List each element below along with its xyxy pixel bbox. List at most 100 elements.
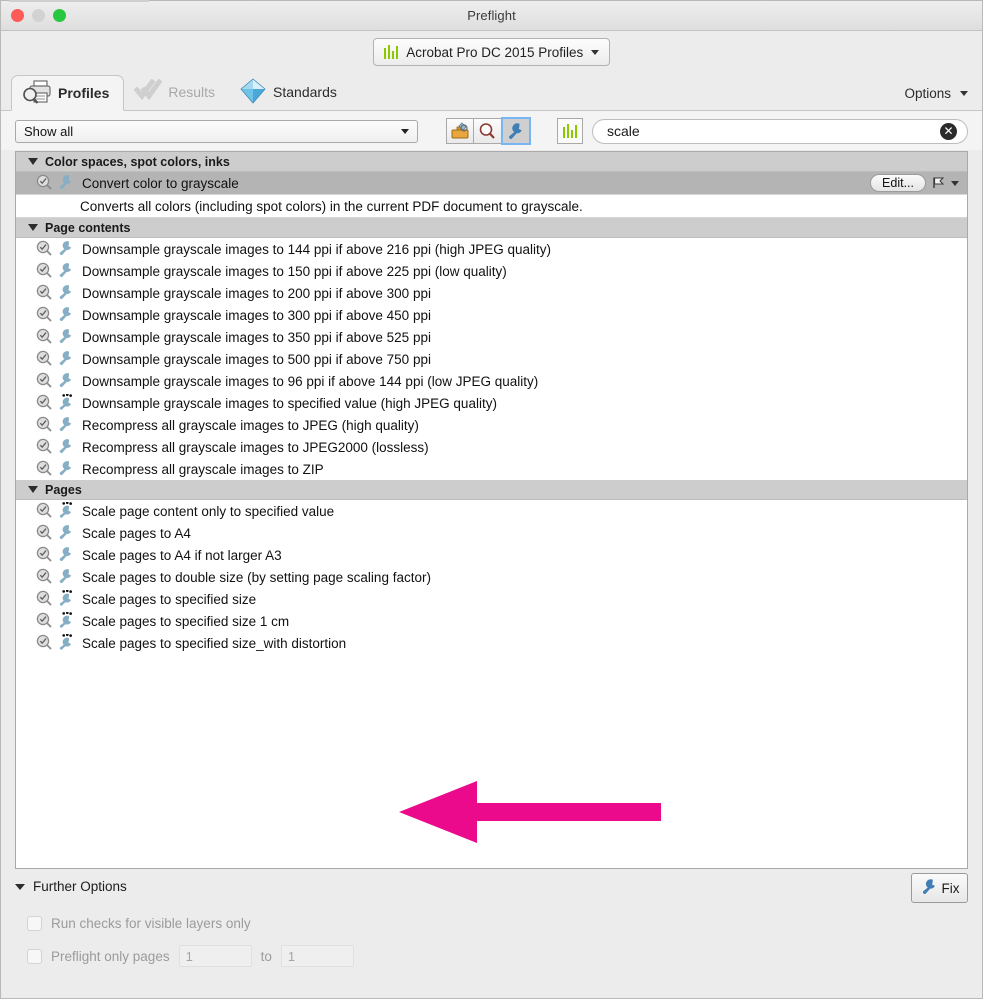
fix-button[interactable]: Fix [911, 873, 968, 903]
group-header-page-contents[interactable]: Page contents [16, 218, 967, 238]
row-label: Downsample grayscale images to 350 ppi i… [82, 329, 431, 345]
visible-layers-option[interactable]: Run checks for visible layers only [15, 916, 968, 931]
search-input[interactable]: scale ✕ [592, 118, 968, 144]
show-filter-select[interactable]: Show all [15, 119, 418, 143]
row-label: Downsample grayscale images to 500 ppi i… [82, 351, 431, 367]
row-label: Recompress all grayscale images to ZIP [82, 461, 324, 477]
table-row[interactable]: Downsample grayscale images to 300 ppi i… [16, 304, 967, 326]
table-row[interactable]: Downsample grayscale images to 144 ppi i… [16, 238, 967, 260]
row-label: Scale pages to A4 if not larger A3 [82, 547, 282, 563]
check-magnifier-icon [36, 546, 53, 565]
wrench-dots-icon [57, 392, 74, 413]
table-row[interactable]: Scale page content only to specified val… [16, 500, 967, 522]
bar-chart-icon [383, 45, 399, 59]
tab-standards-label: Standards [273, 84, 337, 100]
window-title: Preflight [467, 8, 516, 23]
group-title: Pages [45, 482, 82, 497]
row-description: Converts all colors (including spot colo… [16, 194, 967, 218]
check-magnifier-icon [36, 174, 53, 193]
further-options-toggle[interactable]: Further Options [15, 879, 968, 894]
toolbox-wrench-icon [451, 122, 468, 139]
table-row[interactable]: Downsample grayscale images to 350 ppi i… [16, 326, 967, 348]
profile-set-dropdown[interactable]: Acrobat Pro DC 2015 Profiles [372, 38, 611, 66]
fixups-list[interactable]: Color spaces, spot colors, inks Convert … [15, 151, 968, 869]
wrench-icon [57, 438, 74, 457]
edit-profiles-button[interactable] [446, 118, 474, 144]
group-header-pages[interactable]: Pages [16, 480, 967, 500]
wrench-icon [57, 416, 74, 435]
check-magnifier-icon [36, 460, 53, 479]
check-magnifier-icon [36, 634, 53, 653]
edit-button[interactable]: Edit... [870, 174, 926, 192]
row-label: Scale page content only to specified val… [82, 503, 335, 519]
row-tools: Edit... [870, 174, 967, 192]
tab-results[interactable]: Results [124, 74, 229, 110]
row-label: Recompress all grayscale images to JPEG … [82, 417, 419, 433]
table-row[interactable]: Recompress all grayscale images to JPEG2… [16, 436, 967, 458]
check-magnifier-icon [36, 502, 53, 521]
tab-profiles[interactable]: Profiles [11, 75, 125, 111]
check-magnifier-icon [36, 262, 53, 281]
tab-results-label: Results [168, 84, 216, 100]
wrench-dots-icon [57, 610, 74, 631]
check-magnifier-icon [36, 416, 53, 435]
tab-standards[interactable]: Standards [229, 74, 351, 110]
chevron-down-icon [960, 91, 968, 96]
wrench-icon [509, 123, 522, 139]
visible-layers-label: Run checks for visible layers only [51, 916, 251, 931]
flag-dropdown[interactable] [932, 176, 959, 190]
title-bar: Preflight [1, 0, 982, 31]
table-row[interactable]: Downsample grayscale images to 200 ppi i… [16, 282, 967, 304]
table-row[interactable]: Scale pages to specified size_with disto… [16, 632, 967, 654]
table-row[interactable]: Downsample grayscale images to 500 ppi i… [16, 348, 967, 370]
table-row[interactable]: Downsample grayscale images to 150 ppi i… [16, 260, 967, 282]
group-title: Color spaces, spot colors, inks [45, 154, 230, 169]
table-row[interactable]: Downsample grayscale images to specified… [16, 392, 967, 414]
check-magnifier-icon [36, 568, 53, 587]
visible-layers-checkbox[interactable] [27, 916, 42, 931]
row-label: Scale pages to specified size [82, 591, 257, 607]
wrench-icon [57, 174, 74, 193]
group-title: Page contents [45, 220, 131, 235]
row-label: Downsample grayscale images to 96 ppi if… [82, 373, 539, 389]
table-row[interactable]: Convert color to grayscale Edit... [16, 172, 967, 194]
table-row[interactable]: Recompress all grayscale images to ZIP [16, 458, 967, 480]
wrench-dots-icon [57, 500, 74, 521]
table-row[interactable]: Recompress all grayscale images to JPEG … [16, 414, 967, 436]
table-row[interactable]: Downsample grayscale images to 96 ppi if… [16, 370, 967, 392]
group-header-color-spaces[interactable]: Color spaces, spot colors, inks [16, 152, 967, 172]
wrench-icon [920, 878, 938, 898]
options-label: Options [904, 86, 951, 101]
preflight-pages-option[interactable]: Preflight only pages 1 to 1 [15, 945, 968, 967]
table-row[interactable]: Scale pages to A4 [16, 522, 967, 544]
flag-icon [933, 177, 945, 188]
fixup-button[interactable] [501, 117, 531, 145]
check-magnifier-icon [36, 612, 53, 631]
page-to-input[interactable]: 1 [280, 945, 354, 967]
wrench-icon [57, 546, 74, 565]
preflight-pages-checkbox[interactable] [27, 948, 42, 964]
options-menu[interactable]: Options [904, 86, 968, 101]
disclosure-triangle-icon[interactable] [28, 158, 38, 165]
page-from-input[interactable]: 1 [178, 945, 252, 967]
disclosure-triangle-icon[interactable] [28, 486, 38, 493]
search-scope-icon-button[interactable] [557, 118, 583, 144]
bar-chart-icon [562, 124, 578, 138]
wrench-icon [57, 328, 74, 347]
check-magnifier-icon [36, 438, 53, 457]
wrench-icon [57, 460, 74, 479]
table-row[interactable]: Scale pages to specified size [16, 588, 967, 610]
printer-search-icon [22, 79, 52, 108]
disclosure-triangle-icon[interactable] [28, 224, 38, 231]
wrench-icon [57, 284, 74, 303]
clear-search-icon[interactable]: ✕ [940, 122, 957, 140]
wrench-icon [57, 262, 74, 281]
table-row[interactable]: Scale pages to double size (by setting p… [16, 566, 967, 588]
check-button[interactable] [474, 118, 502, 144]
row-label: Downsample grayscale images to 150 ppi i… [82, 263, 507, 279]
to-label: to [260, 948, 272, 964]
profile-set-label: Acrobat Pro DC 2015 Profiles [406, 44, 584, 60]
check-magnifier-icon [36, 306, 53, 325]
table-row[interactable]: Scale pages to specified size 1 cm [16, 610, 967, 632]
table-row[interactable]: Scale pages to A4 if not larger A3 [16, 544, 967, 566]
